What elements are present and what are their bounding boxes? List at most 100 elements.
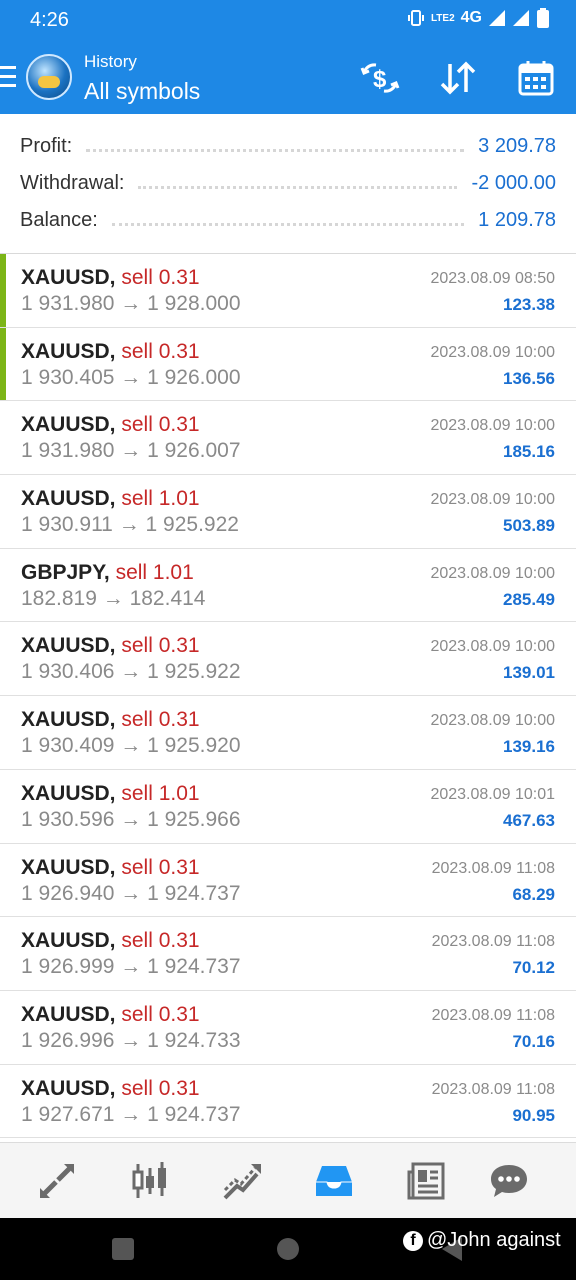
trade-prices: 182.819 → 182.414 bbox=[21, 586, 206, 610]
new-trade-marker bbox=[0, 327, 6, 401]
trade-row[interactable]: XAUUSD, sell 0.31 1 926.940 → 1 924.737 … bbox=[0, 843, 576, 918]
trade-prices: 1 926.940 → 1 924.737 bbox=[21, 881, 241, 905]
trade-datetime: 2023.08.09 10:00 bbox=[430, 491, 555, 509]
watermark-text: @John against bbox=[427, 1229, 561, 1251]
summary-row-withdrawal: Withdrawal: -2 000.00 bbox=[20, 168, 556, 198]
trade-row[interactable]: XAUUSD, sell 0.31 1 931.980 → 1 928.000 … bbox=[0, 254, 576, 328]
trade-datetime: 2023.08.09 10:00 bbox=[430, 343, 555, 361]
profit-value: 3 209.78 bbox=[478, 134, 556, 157]
trade-prices: 1 930.405 → 1 926.000 bbox=[21, 365, 241, 389]
trade-datetime: 2023.08.09 10:00 bbox=[430, 712, 555, 730]
trade-row[interactable]: XAUUSD, sell 0.31 1 930.405 → 1 926.000 … bbox=[0, 327, 576, 402]
trade-symbol: XAUUSD, bbox=[21, 708, 116, 732]
dotted-leader bbox=[111, 214, 465, 226]
trade-side: sell 0.31 bbox=[121, 339, 200, 363]
home-button[interactable] bbox=[277, 1238, 299, 1260]
trade-side: sell 1.01 bbox=[121, 781, 200, 805]
trade-profit: 90.95 bbox=[512, 1105, 555, 1125]
trade-symbol: XAUUSD, bbox=[21, 413, 116, 437]
trade-row[interactable]: XAUUSD, sell 0.31 1 930.409 → 1 925.920 … bbox=[0, 696, 576, 770]
calendar-button[interactable] bbox=[516, 58, 556, 98]
withdrawal-value: -2 000.00 bbox=[471, 171, 556, 194]
nav-news[interactable] bbox=[402, 1157, 450, 1205]
trade-datetime: 2023.08.09 11:08 bbox=[431, 1080, 555, 1098]
trade-profit: 68.29 bbox=[512, 884, 555, 904]
network-label: 4G bbox=[460, 9, 482, 26]
trade-side: sell 0.31 bbox=[121, 929, 200, 953]
trade-profit: 70.16 bbox=[512, 1031, 555, 1051]
trade-symbol: XAUUSD, bbox=[21, 929, 116, 953]
chart-icon bbox=[132, 1162, 166, 1198]
trade-profit: 467.63 bbox=[503, 810, 555, 830]
new-trade-marker bbox=[0, 254, 6, 327]
trade-prices: 1 930.409 → 1 925.920 bbox=[21, 734, 241, 758]
trade-profit: 136.56 bbox=[503, 368, 555, 388]
quotes-icon bbox=[40, 1164, 74, 1198]
trade-row[interactable]: XAUUSD, sell 0.31 1 931.980 → 1 926.007 … bbox=[0, 401, 576, 476]
nav-trade[interactable] bbox=[218, 1157, 266, 1205]
trade-row[interactable]: XAUUSD, sell 1.01 1 930.911 → 1 925.922 … bbox=[0, 475, 576, 549]
trade-profit: 139.16 bbox=[503, 737, 555, 757]
trade-symbol: XAUUSD, bbox=[21, 634, 116, 658]
trade-datetime: 2023.08.09 08:50 bbox=[430, 270, 555, 287]
trade-side: sell 1.01 bbox=[121, 487, 200, 511]
app-logo bbox=[26, 54, 72, 100]
nav-history[interactable] bbox=[310, 1157, 358, 1205]
trade-side: sell 0.31 bbox=[121, 413, 200, 437]
menu-icon[interactable] bbox=[0, 66, 16, 88]
trade-profit: 139.01 bbox=[503, 663, 555, 683]
trade-list: XAUUSD, sell 0.31 1 931.980 → 1 928.000 … bbox=[0, 254, 576, 1139]
nav-chart[interactable] bbox=[126, 1157, 174, 1205]
withdrawal-label: Withdrawal: bbox=[20, 171, 125, 194]
symbol-selector[interactable]: All symbols bbox=[84, 78, 200, 105]
trade-symbol: XAUUSD, bbox=[21, 1076, 116, 1100]
trade-prices: 1 931.980 → 1 928.000 bbox=[21, 292, 241, 315]
signal-icon-2 bbox=[513, 10, 529, 26]
status-bar: 4:26 LTE2 4G bbox=[0, 0, 576, 42]
trade-datetime: 2023.08.09 11:08 bbox=[431, 1006, 555, 1024]
trade-datetime: 2023.08.09 11:08 bbox=[431, 859, 555, 877]
trade-side: sell 0.31 bbox=[121, 1002, 200, 1026]
trade-row[interactable]: XAUUSD, sell 1.01 1 930.596 → 1 925.966 … bbox=[0, 769, 576, 844]
svg-text:$: $ bbox=[373, 66, 387, 93]
trade-symbol: XAUUSD, bbox=[21, 1002, 116, 1026]
header-subtitle: History bbox=[84, 52, 137, 71]
trade-symbol: XAUUSD, bbox=[21, 339, 116, 363]
trade-side: sell 0.31 bbox=[121, 1076, 200, 1100]
facebook-icon: f bbox=[403, 1230, 423, 1251]
trade-prices: 1 930.596 → 1 925.966 bbox=[21, 807, 241, 831]
sort-button[interactable] bbox=[438, 58, 478, 98]
bottom-navigation bbox=[0, 1142, 576, 1218]
trade-icon bbox=[223, 1164, 261, 1200]
trade-symbol: XAUUSD, bbox=[21, 487, 116, 511]
trade-datetime: 2023.08.09 10:00 bbox=[430, 417, 555, 435]
nav-messages[interactable] bbox=[485, 1157, 533, 1205]
trade-side: sell 1.01 bbox=[115, 560, 194, 584]
vibrate-icon bbox=[407, 10, 424, 26]
trade-row[interactable]: GBPJPY, sell 1.01 182.819 → 182.414 2023… bbox=[0, 548, 576, 623]
recents-button[interactable] bbox=[112, 1238, 134, 1260]
trade-prices: 1 931.980 → 1 926.007 bbox=[21, 439, 241, 463]
nav-quotes[interactable] bbox=[33, 1157, 81, 1205]
dollar-exchange-icon: $ bbox=[360, 63, 400, 93]
trade-datetime: 2023.08.09 11:08 bbox=[431, 933, 555, 951]
app-bar: History All symbols $ bbox=[0, 42, 576, 114]
dotted-leader bbox=[138, 177, 458, 189]
trade-row[interactable]: XAUUSD, sell 0.31 1 927.671 → 1 924.737 … bbox=[0, 1064, 576, 1139]
trade-prices: 1 930.406 → 1 925.922 bbox=[21, 660, 241, 684]
profit-label: Profit: bbox=[20, 134, 73, 157]
trade-symbol: XAUUSD, bbox=[21, 781, 116, 805]
trade-profit: 185.16 bbox=[503, 442, 555, 462]
calendar-icon bbox=[518, 61, 554, 96]
trade-prices: 1 927.671 → 1 924.737 bbox=[21, 1102, 241, 1126]
trade-row[interactable]: XAUUSD, sell 0.31 1 926.999 → 1 924.737 … bbox=[0, 917, 576, 991]
trade-profit: 70.12 bbox=[512, 958, 555, 978]
trade-row[interactable]: XAUUSD, sell 0.31 1 926.996 → 1 924.733 … bbox=[0, 990, 576, 1065]
battery-icon bbox=[537, 8, 549, 28]
balance-label: Balance: bbox=[20, 208, 98, 231]
trade-row[interactable]: XAUUSD, sell 0.31 1 930.406 → 1 925.922 … bbox=[0, 622, 576, 697]
trade-profit: 503.89 bbox=[503, 516, 555, 536]
volte-label: LTE2 bbox=[430, 12, 455, 24]
trade-datetime: 2023.08.09 10:00 bbox=[430, 638, 555, 656]
currency-filter-button[interactable]: $ bbox=[360, 58, 400, 98]
